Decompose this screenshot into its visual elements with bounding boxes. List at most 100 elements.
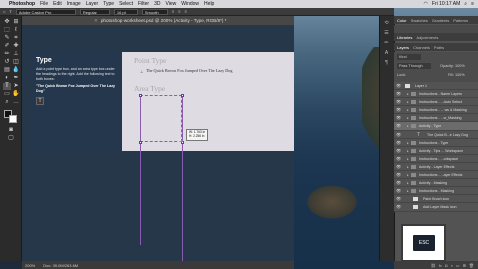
align-left-icon[interactable]: ≡ xyxy=(172,9,174,14)
tab-layers[interactable]: Layers xyxy=(397,45,409,50)
expand-arrow-icon[interactable]: ▸ xyxy=(407,98,409,105)
expand-arrow-icon[interactable]: ▸ xyxy=(407,155,409,162)
brush-panel-icon[interactable]: ✏ xyxy=(383,40,390,47)
visibility-eye-icon[interactable]: 👁 xyxy=(396,179,401,186)
pen-tool-icon[interactable]: ✒ xyxy=(12,75,20,82)
zoom-level[interactable]: 200% xyxy=(25,263,35,268)
document-tab[interactable]: ✕ photoshop-worksheet.psd @ 200% (Activi… xyxy=(22,16,294,25)
layer-row[interactable]: 👁 Paint Brush icon xyxy=(394,195,478,204)
menu-help[interactable]: Help xyxy=(204,1,214,7)
trash-icon[interactable]: 🗑 xyxy=(469,263,474,268)
visibility-eye-icon[interactable]: 👁 xyxy=(396,171,401,178)
layer-row[interactable]: 👁 ▸ Instructions - ...Auto Select xyxy=(394,98,478,107)
visibility-eye-icon[interactable]: 👁 xyxy=(396,106,401,113)
expand-arrow-icon[interactable]: ▸ xyxy=(407,179,409,186)
menu-window[interactable]: Window xyxy=(181,1,199,7)
layer-row[interactable]: 👁 ▸ Instructions - ... ws & Masking xyxy=(394,106,478,115)
menu-layer[interactable]: Layer xyxy=(86,1,99,7)
visibility-eye-icon[interactable]: 👁 xyxy=(396,82,401,89)
layer-row[interactable]: 👁 ▸ Instructions - Masking xyxy=(394,187,478,196)
clone-stamp-icon[interactable]: ⊥ xyxy=(12,51,20,58)
adjustment-icon[interactable]: ◑ xyxy=(450,263,452,268)
area-type-box[interactable] xyxy=(140,95,182,142)
menu-filter[interactable]: Filter xyxy=(138,1,149,7)
quick-mask-icon[interactable]: ◙ xyxy=(7,127,15,134)
menu-3d[interactable]: 3D xyxy=(154,1,160,7)
paragraph-panel-icon[interactable]: ¶ xyxy=(383,60,390,67)
tab-libraries[interactable]: Libraries xyxy=(397,35,412,40)
opacity-field[interactable]: Opacity: 100% xyxy=(440,63,465,69)
menu-view[interactable]: View xyxy=(166,1,177,7)
menu-file[interactable]: File xyxy=(40,1,48,7)
doc-info[interactable]: Doc: 39.0M/263.6M xyxy=(43,263,78,268)
properties-panel-icon[interactable]: ☰ xyxy=(383,30,390,37)
visibility-eye-icon[interactable]: 👁 xyxy=(396,195,401,202)
fill-field[interactable]: Fill: 100% xyxy=(448,72,465,78)
expand-arrow-icon[interactable]: ▸ xyxy=(407,163,409,170)
layer-row[interactable]: 👁 ▸ Instructions - ...w_Masking xyxy=(394,114,478,123)
tab-adjustments[interactable]: Adjustments xyxy=(416,35,438,40)
more-tools-icon[interactable]: … xyxy=(12,99,20,106)
eyedropper-icon[interactable]: ✐ xyxy=(3,43,11,50)
color-ramp[interactable] xyxy=(394,25,478,33)
layer-row[interactable]: 👁 ▸ Activity - Type xyxy=(394,122,478,131)
visibility-eye-icon[interactable]: 👁 xyxy=(396,203,401,210)
blur-tool-icon[interactable]: 💧 xyxy=(12,67,20,74)
layer-row[interactable]: 👁 ▸ Activity - Masking xyxy=(394,179,478,188)
menu-image[interactable]: Image xyxy=(67,1,81,7)
lasso-tool-icon[interactable]: ℓ xyxy=(12,27,20,34)
crop-tool-icon[interactable]: ⌗ xyxy=(12,35,20,42)
new-group-icon[interactable]: ▭ xyxy=(456,263,460,268)
layer-row[interactable]: 👁 ▸ Instructions - ...orkspace xyxy=(394,154,478,163)
expand-arrow-icon[interactable]: ▸ xyxy=(407,147,409,154)
font-size-select[interactable]: 16 pt xyxy=(113,8,138,15)
visibility-eye-icon[interactable]: 👁 xyxy=(396,187,401,194)
layer-row[interactable]: 👁 ▸ Activity - Tips ... Workspace xyxy=(394,146,478,155)
menu-app-name[interactable]: Photoshop xyxy=(9,1,35,7)
close-tab-icon[interactable]: ✕ xyxy=(94,18,98,24)
layer-row[interactable]: 👁 ▸ Instructions - Type xyxy=(394,138,478,147)
path-select-icon[interactable]: ➤ xyxy=(12,83,20,90)
fx-icon[interactable]: fx xyxy=(439,263,442,268)
visibility-eye-icon[interactable]: 👁 xyxy=(396,147,401,154)
visibility-eye-icon[interactable]: 👁 xyxy=(396,114,401,121)
visibility-eye-icon[interactable]: 👁 xyxy=(396,90,401,97)
marquee-tool-icon[interactable]: ⬚ xyxy=(3,27,11,34)
tab-channels[interactable]: Channels xyxy=(413,45,430,50)
visibility-eye-icon[interactable]: 👁 xyxy=(396,139,401,146)
visibility-eye-icon[interactable]: 👁 xyxy=(396,131,401,138)
tab-patterns[interactable]: Patterns xyxy=(453,18,468,23)
expand-arrow-icon[interactable]: ▸ xyxy=(407,90,409,97)
filter-kind-select[interactable]: Kind xyxy=(397,54,421,60)
screen-mode-icon[interactable]: ▢ xyxy=(7,135,15,142)
visibility-eye-icon[interactable]: 👁 xyxy=(396,122,401,129)
artboard-tool-icon[interactable]: ⊞ xyxy=(12,19,20,26)
zoom-tool-icon[interactable]: ⌕ xyxy=(3,99,11,106)
menu-list-icon[interactable]: ≡ xyxy=(471,1,474,7)
expand-arrow-icon[interactable]: ▸ xyxy=(407,106,409,113)
antialias-select[interactable]: Smooth xyxy=(141,8,168,15)
menu-select[interactable]: Select xyxy=(119,1,133,7)
link-layers-icon[interactable]: ⛓ xyxy=(431,263,436,268)
healing-brush-icon[interactable]: ✚ xyxy=(12,43,20,50)
home-icon[interactable]: ⌂ xyxy=(3,9,5,14)
tab-swatches[interactable]: Swatches xyxy=(411,18,428,23)
gradient-tool-icon[interactable]: ▤ xyxy=(3,67,11,74)
expand-arrow-icon[interactable]: ▸ xyxy=(407,171,409,178)
visibility-eye-icon[interactable]: 👁 xyxy=(396,155,401,162)
layer-row[interactable]: 👁 ▸ Instructions - Name Layers xyxy=(394,90,478,99)
brush-tool-icon[interactable]: ✏ xyxy=(3,51,11,58)
new-layer-icon[interactable]: ⊞ xyxy=(463,263,466,268)
visibility-eye-icon[interactable]: 👁 xyxy=(396,163,401,170)
box-handle-bl[interactable] xyxy=(138,140,142,144)
expand-arrow-icon[interactable]: ▸ xyxy=(407,187,409,194)
font-family-select[interactable]: Adobe Caslon Pro xyxy=(15,8,76,15)
wifi-icon[interactable]: ◠ xyxy=(424,1,428,7)
history-panel-icon[interactable]: ⟲ xyxy=(383,20,390,27)
layer-row[interactable]: 👁 ▸ Activity - Layer Effects xyxy=(394,162,478,172)
expand-arrow-icon[interactable]: ▸ xyxy=(407,139,409,146)
layer-row[interactable]: 👁 Layer 1 xyxy=(394,82,478,91)
type-tool-icon[interactable]: T xyxy=(9,9,11,14)
history-brush-icon[interactable]: ↺ xyxy=(3,59,11,66)
background-color-swatch[interactable] xyxy=(9,115,17,123)
